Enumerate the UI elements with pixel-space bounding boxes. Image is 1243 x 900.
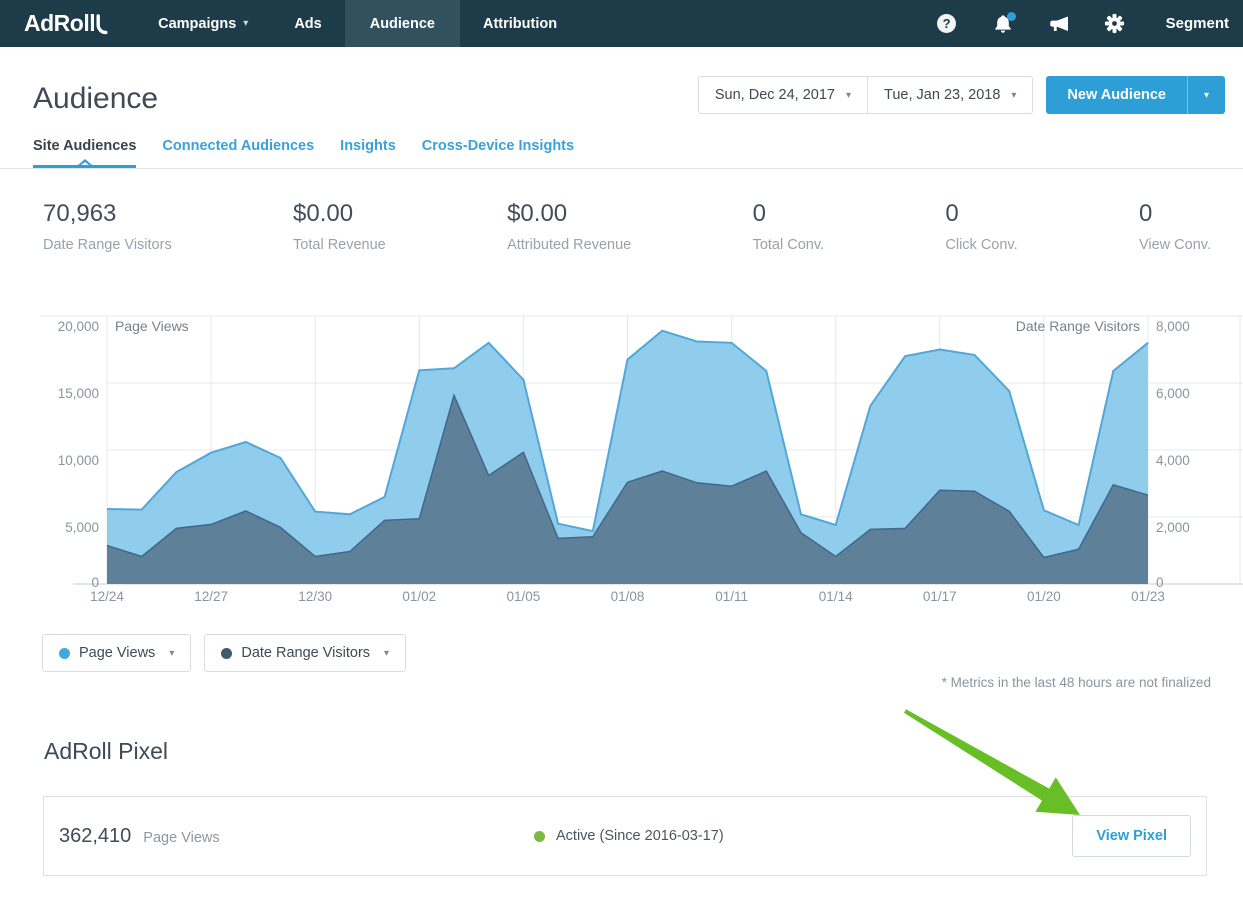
svg-text:5,000: 5,000: [65, 520, 99, 535]
svg-text:10,000: 10,000: [58, 453, 99, 468]
help-icon[interactable]: ?: [936, 13, 958, 35]
stat-total-conv: 0 Total Conv.: [753, 200, 824, 253]
megaphone-icon: [1048, 14, 1070, 34]
svg-text:20,000: 20,000: [58, 319, 99, 334]
chart-canvas: 0 5,000 10,000 15,000 20,000 0 2,000 4,000 6,000…: [33, 310, 1243, 610]
series-color-dot: [221, 648, 232, 659]
header-controls: Sun, Dec 24, 2017 ▾ Tue, Jan 23, 2018 ▾ …: [698, 76, 1225, 114]
nav-utilities: ?: [936, 13, 1229, 35]
summary-stats-row: 70,963 Date Range Visitors $0.00 Total R…: [43, 200, 1211, 253]
page-title: Audience: [33, 82, 158, 116]
stat-total-revenue: $0.00 Total Revenue: [293, 200, 386, 253]
gear-icon: [1104, 13, 1125, 34]
new-audience-caret-button[interactable]: ▾: [1187, 76, 1225, 114]
svg-text:01/11: 01/11: [715, 589, 748, 604]
adroll-logo-text: AdRoll: [24, 10, 95, 37]
stat-value: $0.00: [507, 200, 631, 228]
chevron-down-icon: ▾: [169, 648, 174, 659]
pixel-status-card: 362,410 Page Views Active (Since 2016-03…: [43, 796, 1207, 876]
svg-text:01/14: 01/14: [819, 589, 853, 604]
stat-label: Total Revenue: [293, 237, 386, 253]
series-color-dot: [59, 648, 70, 659]
chevron-down-icon: ▾: [384, 648, 389, 659]
stat-view-conv: 0 View Conv.: [1139, 200, 1211, 253]
traffic-area-chart: 0 5,000 10,000 15,000 20,000 0 2,000 4,000 6,000…: [33, 310, 1243, 615]
settings-gear-icon[interactable]: [1104, 13, 1126, 35]
svg-text:Page Views: Page Views: [115, 318, 189, 334]
chart-legend: Page Views ▾ Date Range Visitors ▾: [42, 634, 406, 672]
stat-label: Attributed Revenue: [507, 237, 631, 253]
svg-text:0: 0: [1156, 575, 1164, 590]
pixel-page-views-label: Page Views: [143, 830, 219, 846]
stat-attributed-revenue: $0.00 Attributed Revenue: [507, 200, 631, 253]
status-dot: [534, 831, 545, 842]
stat-value: 0: [945, 200, 1017, 228]
date-range-end[interactable]: Tue, Jan 23, 2018 ▾: [867, 76, 1033, 114]
stat-value: 0: [1139, 200, 1211, 228]
svg-text:0: 0: [91, 575, 99, 590]
account-menu-segment[interactable]: Segment: [1166, 15, 1229, 32]
main-nav: Campaigns ▾ Ads Audience Attribution: [135, 0, 580, 47]
svg-text:4,000: 4,000: [1156, 453, 1190, 468]
nav-item-ads[interactable]: Ads: [277, 0, 338, 47]
svg-text:15,000: 15,000: [58, 386, 99, 401]
svg-text:12/30: 12/30: [298, 589, 332, 604]
top-navbar: AdRoll Campaigns ▾ Ads Audience Attribut…: [0, 0, 1243, 47]
stat-label: View Conv.: [1139, 237, 1211, 253]
pixel-status: Active (Since 2016-03-17): [534, 828, 724, 844]
svg-text:01/08: 01/08: [611, 589, 645, 604]
active-tab-underline: [33, 165, 136, 168]
chevron-down-icon: ▾: [243, 18, 248, 29]
svg-text:01/20: 01/20: [1027, 589, 1061, 604]
chevron-down-icon: ▾: [1011, 90, 1016, 101]
pixel-page-views-value: 362,410: [59, 825, 131, 848]
legend-page-views[interactable]: Page Views ▾: [42, 634, 191, 672]
notification-dot: [1007, 12, 1016, 21]
stat-value: 0: [753, 200, 824, 228]
tab-connected-audiences[interactable]: Connected Audiences: [162, 138, 314, 168]
stat-label: Click Conv.: [945, 237, 1017, 253]
metrics-footnote: * Metrics in the last 48 hours are not f…: [942, 675, 1211, 690]
stat-label: Date Range Visitors: [43, 237, 172, 253]
new-audience-button[interactable]: New Audience: [1046, 76, 1187, 114]
legend-date-range-visitors[interactable]: Date Range Visitors ▾: [204, 634, 406, 672]
stat-label: Total Conv.: [753, 237, 824, 253]
svg-text:01/23: 01/23: [1131, 589, 1165, 604]
audience-tabs: Site Audiences Connected Audiences Insig…: [33, 138, 574, 168]
svg-text:Date Range Visitors: Date Range Visitors: [1016, 318, 1140, 334]
view-pixel-button[interactable]: View Pixel: [1072, 815, 1191, 857]
pixel-section-title: AdRoll Pixel: [44, 738, 168, 765]
notifications-bell-icon[interactable]: [992, 13, 1014, 35]
pixel-page-views: 362,410 Page Views: [59, 825, 220, 848]
svg-text:12/27: 12/27: [194, 589, 228, 604]
adroll-logo[interactable]: AdRoll: [24, 10, 109, 37]
chevron-down-icon: ▾: [846, 90, 851, 101]
svg-text:12/24: 12/24: [90, 589, 124, 604]
svg-text:8,000: 8,000: [1156, 319, 1190, 334]
date-range-start[interactable]: Sun, Dec 24, 2017 ▾: [698, 76, 868, 114]
nav-item-audience[interactable]: Audience: [345, 0, 460, 47]
svg-text:2,000: 2,000: [1156, 520, 1190, 535]
announcements-megaphone-icon[interactable]: [1048, 13, 1070, 35]
svg-text:01/17: 01/17: [923, 589, 957, 604]
stat-click-conv: 0 Click Conv.: [945, 200, 1017, 253]
svg-text:6,000: 6,000: [1156, 386, 1190, 401]
tab-cross-device-insights[interactable]: Cross-Device Insights: [422, 138, 574, 168]
tab-site-audiences[interactable]: Site Audiences: [33, 138, 136, 168]
nav-item-campaigns[interactable]: Campaigns ▾: [141, 0, 265, 47]
tabs-divider: [0, 168, 1243, 169]
nav-item-attribution[interactable]: Attribution: [466, 0, 574, 47]
stat-value: 70,963: [43, 200, 172, 228]
new-audience-split-button: New Audience ▾: [1046, 76, 1225, 114]
svg-text:01/05: 01/05: [507, 589, 541, 604]
svg-text:01/02: 01/02: [402, 589, 436, 604]
stat-value: $0.00: [293, 200, 386, 228]
pixel-status-text: Active (Since 2016-03-17): [556, 828, 724, 844]
stat-date-range-visitors: 70,963 Date Range Visitors: [43, 200, 172, 253]
tab-insights[interactable]: Insights: [340, 138, 396, 168]
adroll-logo-hook-icon: [96, 14, 109, 35]
